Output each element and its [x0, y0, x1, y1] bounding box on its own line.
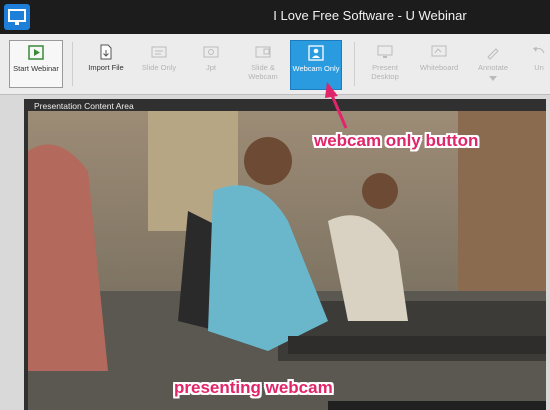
- present-desktop-button[interactable]: Present Desktop: [360, 40, 410, 90]
- webcam-only-label: Webcam Only: [292, 64, 340, 73]
- present-desktop-label: Present Desktop: [371, 63, 399, 81]
- webcam-only-button[interactable]: Webcam Only: [290, 40, 342, 90]
- start-webinar-button[interactable]: Start Webinar: [9, 40, 63, 88]
- jpt-icon: [203, 44, 219, 60]
- slide-webcam-button[interactable]: Slide & Webcam: [240, 40, 286, 90]
- import-file-icon: [98, 44, 114, 60]
- slide-webcam-icon: [255, 44, 271, 60]
- annotate-button[interactable]: Annotate: [468, 40, 518, 90]
- slide-webcam-label: Slide & Webcam: [248, 63, 278, 81]
- slide-only-button[interactable]: Slide Only: [136, 40, 182, 90]
- ribbon-divider: [354, 42, 355, 86]
- content-area-label: Presentation Content Area: [34, 101, 134, 111]
- ribbon-toolbar: Start Webinar Import File Slide Only Jpt…: [0, 34, 550, 95]
- import-file-button[interactable]: Import File: [82, 40, 130, 90]
- undo-icon: [531, 44, 547, 60]
- undo-button[interactable]: Un: [528, 40, 550, 90]
- import-file-label: Import File: [88, 63, 124, 72]
- play-presentation-icon: [28, 45, 44, 61]
- start-webinar-label: Start Webinar: [13, 64, 59, 73]
- annotate-label: Annotate: [477, 63, 509, 72]
- jpt-label: Jpt: [205, 63, 216, 72]
- presenting-webcam-callout: presenting webcam: [174, 378, 333, 397]
- slide-only-label: Slide Only: [141, 63, 177, 72]
- slide-only-icon: [151, 44, 167, 60]
- webcam-button-callout: webcam only button: [314, 131, 479, 150]
- annotate-icon: [485, 44, 501, 60]
- webcam-feed: [28, 111, 546, 410]
- title-bar: I Love Free Software - U Webinar: [0, 0, 550, 34]
- whiteboard-label: Whiteboard: [419, 63, 459, 72]
- whiteboard-icon: [431, 44, 447, 60]
- undo-label: Un: [534, 63, 544, 72]
- chevron-down-icon: [468, 74, 518, 83]
- window-title: I Love Free Software - U Webinar: [273, 8, 467, 23]
- desktop-icon: [377, 44, 393, 60]
- ribbon-divider: [72, 42, 73, 86]
- jpt-button[interactable]: Jpt: [188, 40, 234, 90]
- webcam-icon: [308, 45, 324, 61]
- whiteboard-button[interactable]: Whiteboard: [414, 40, 464, 90]
